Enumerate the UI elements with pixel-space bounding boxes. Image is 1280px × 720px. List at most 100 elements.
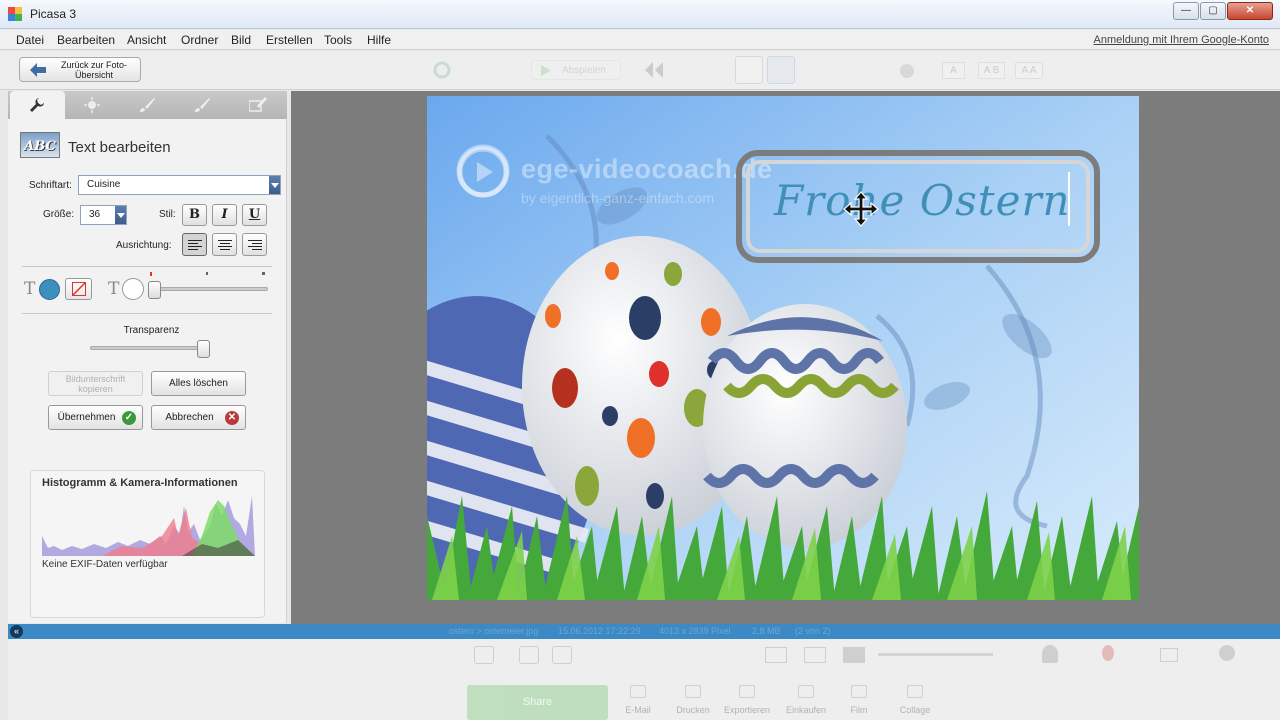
rotate-right-button[interactable] [552, 646, 572, 664]
image-tool-button[interactable] [767, 56, 795, 84]
outline-width-ticks [150, 272, 265, 276]
cancel-button[interactable]: Abbrechen ✕ [151, 405, 246, 430]
transparency-slider[interactable] [197, 340, 210, 358]
size-select[interactable]: 36 [80, 205, 127, 225]
close-button[interactable]: ✕ [1227, 2, 1273, 20]
chevron-down-icon [269, 176, 280, 194]
close-icon: ✕ [225, 411, 239, 425]
no-color-icon [72, 282, 86, 296]
arrow-left-icon [30, 63, 46, 77]
star-icon[interactable] [900, 64, 914, 78]
menu-tools[interactable]: Tools [324, 33, 352, 47]
tab-tuning[interactable] [65, 91, 120, 119]
clear-all-button[interactable]: Alles löschen [151, 371, 246, 396]
play-slideshow-button[interactable]: Abspielen [531, 60, 621, 80]
print-label[interactable]: Drucken [663, 705, 723, 715]
minimize-button[interactable]: — [1173, 2, 1199, 20]
email-label[interactable]: E-Mail [608, 705, 668, 715]
apply-button[interactable]: Übernehmen ✓ [48, 405, 143, 430]
text-overlay-box[interactable]: Frohe Ostern [736, 150, 1100, 263]
no-outline-button[interactable] [65, 278, 92, 300]
shop-label[interactable]: Einkaufen [776, 705, 836, 715]
back-button-label: Zurück zur Foto-Übersicht [60, 60, 127, 80]
export-label[interactable]: Exportieren [717, 705, 777, 715]
align-left-button[interactable] [182, 233, 207, 256]
tab-basic-fixes[interactable] [10, 91, 65, 119]
picasa-logo-icon [8, 7, 22, 21]
text-color-glyph-icon: T [24, 279, 36, 299]
divider [22, 313, 272, 314]
chevron-down-icon [115, 206, 126, 224]
histogram-title: Histogramm & Kamera-Informationen [42, 477, 238, 489]
outline-glyph-icon: T [108, 279, 120, 299]
text-size-medium-button[interactable]: A B [978, 62, 1005, 79]
image-icon[interactable] [843, 647, 865, 663]
status-dimensions: 4013 x 2839 Pixel [659, 626, 731, 636]
outline-width-slider[interactable] [148, 281, 161, 299]
alignment-label: Ausrichtung: [116, 240, 172, 251]
text-size-large-button[interactable]: A A [1015, 62, 1043, 79]
tab-effects-1[interactable] [120, 91, 175, 119]
status-filesize: 2,8 MB [752, 626, 781, 636]
previous-icon[interactable] [645, 62, 663, 78]
text-caret [1068, 172, 1070, 226]
collage-icon[interactable] [907, 685, 923, 698]
tab-effects-3[interactable] [230, 91, 285, 119]
view-grid-button[interactable] [804, 647, 826, 663]
film-icon[interactable] [851, 685, 867, 698]
align-right-button[interactable] [242, 233, 267, 256]
bold-button[interactable]: B [182, 204, 207, 226]
align-center-button[interactable] [212, 233, 237, 256]
copy-caption-button[interactable]: Bildunterschrift kopieren [48, 371, 143, 396]
menu-bearbeiten[interactable]: Bearbeiten [57, 33, 115, 47]
text-tool-button[interactable] [735, 56, 763, 84]
menu-datei[interactable]: Datei [16, 33, 44, 47]
overlay-text[interactable]: Frohe Ostern [774, 176, 1071, 225]
movie-label[interactable]: Film [829, 705, 889, 715]
collapse-panel-icon[interactable]: « [10, 625, 23, 638]
color-wheel-icon[interactable] [431, 61, 453, 79]
collage-label[interactable]: Collage [885, 705, 945, 715]
menu-erstellen[interactable]: Erstellen [266, 33, 313, 47]
share-button[interactable]: Share [467, 685, 608, 720]
text-size-small-button[interactable]: A [942, 62, 965, 79]
email-icon[interactable] [630, 685, 646, 698]
font-select[interactable]: Cuisine [78, 175, 281, 195]
view-single-button[interactable] [765, 647, 787, 663]
google-login-link[interactable]: Anmeldung mit Ihrem Google-Konto [1094, 34, 1269, 46]
photo-canvas[interactable]: ege-videocoach.de by eigentlich-ganz-ein… [427, 96, 1139, 600]
divider [22, 266, 272, 267]
text-color-swatch[interactable] [39, 279, 60, 300]
menu-bar: Datei Bearbeiten Ansicht Ordner Bild Ers… [0, 30, 1280, 50]
effects-icon [249, 97, 267, 112]
italic-button[interactable]: I [212, 204, 237, 226]
edit-panel: ABC Text bearbeiten Schriftart: Cuisine … [8, 91, 287, 623]
map-pin-icon[interactable] [1102, 645, 1114, 661]
menu-bild[interactable]: Bild [231, 33, 251, 47]
cart-icon[interactable] [798, 685, 814, 698]
tag-icon[interactable] [1160, 648, 1178, 662]
export-icon[interactable] [739, 685, 755, 698]
maximize-button[interactable]: ▢ [1200, 2, 1226, 20]
menu-ordner[interactable]: Ordner [181, 33, 218, 47]
watermark-subtitle: by eigentlich-ganz-einfach.com [521, 190, 714, 206]
person-icon[interactable] [1042, 645, 1058, 663]
bottom-tray: Share E-Mail Drucken Exportieren Einkauf… [8, 639, 1280, 720]
underline-button[interactable]: U [242, 204, 267, 226]
info-icon[interactable] [1219, 645, 1235, 661]
section-title: Text bearbeiten [68, 139, 171, 156]
outline-width-track[interactable] [148, 287, 268, 291]
status-datetime: 15.06.2012 17:22:29 [558, 626, 641, 636]
tab-effects-2[interactable] [175, 91, 230, 119]
move-cursor-icon [843, 191, 879, 227]
rotate-left-button[interactable] [519, 646, 539, 664]
outline-color-swatch[interactable] [122, 278, 144, 300]
zoom-slider[interactable] [878, 653, 993, 656]
menu-hilfe[interactable]: Hilfe [367, 33, 391, 47]
star-button[interactable] [474, 646, 494, 664]
back-to-overview-button[interactable]: Zurück zur Foto-Übersicht [19, 57, 141, 82]
print-icon[interactable] [685, 685, 701, 698]
transparency-track[interactable] [90, 346, 210, 350]
wand-icon [195, 98, 210, 112]
menu-ansicht[interactable]: Ansicht [127, 33, 166, 47]
